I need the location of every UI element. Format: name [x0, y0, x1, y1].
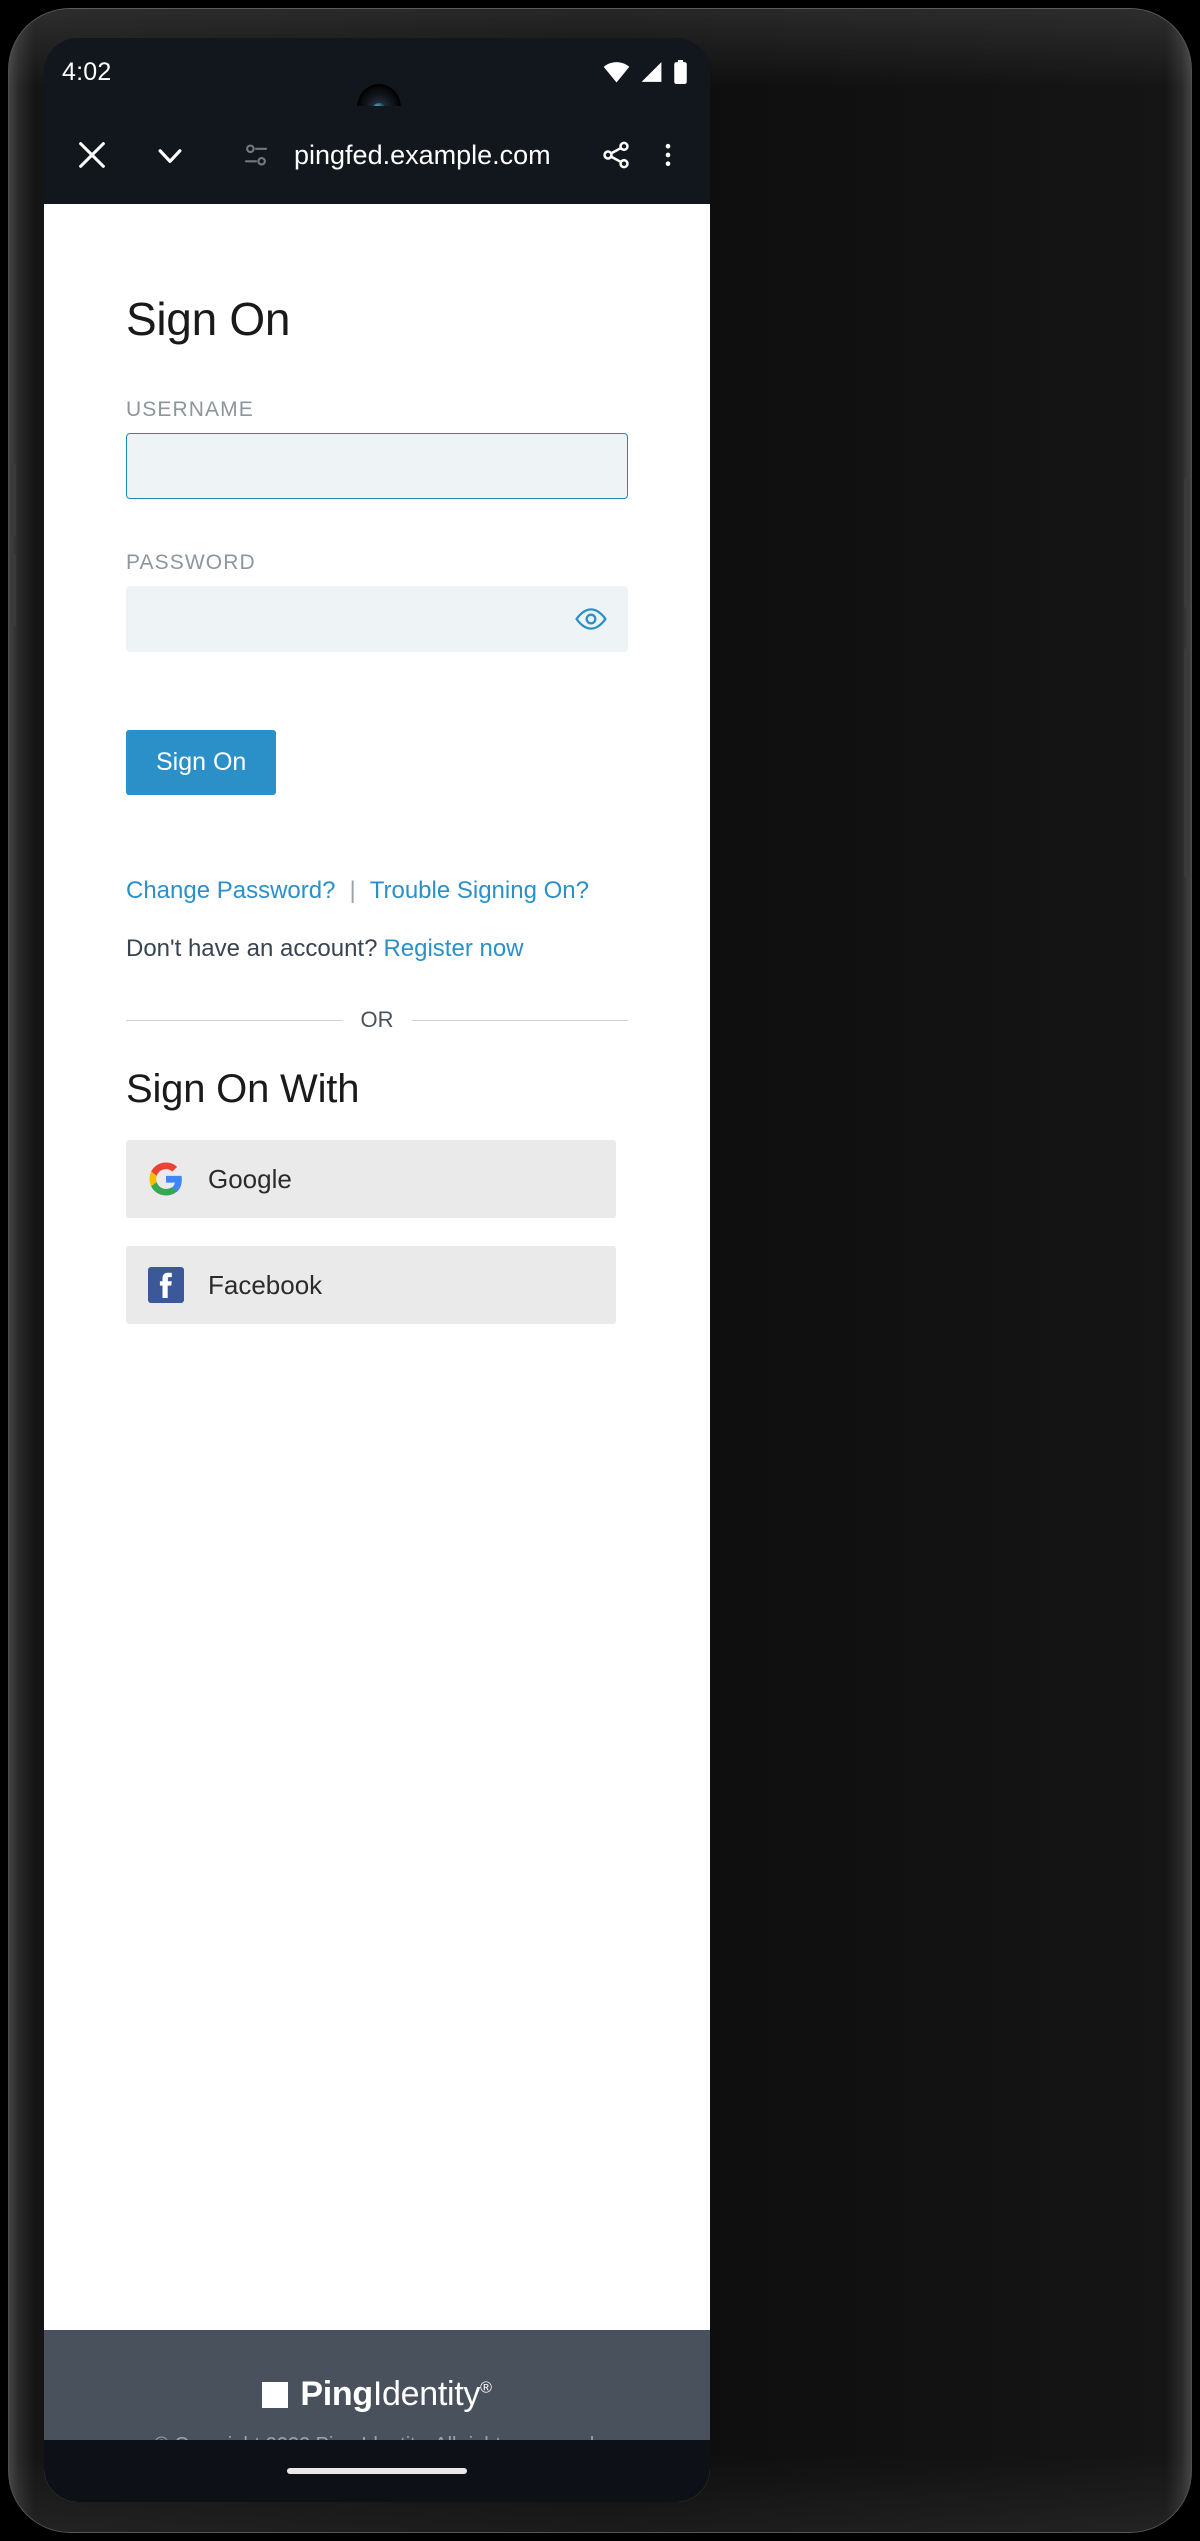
ping-logo-light: Identity	[372, 2375, 481, 2413]
page-title: Sign On	[126, 293, 291, 345]
wifi-icon	[603, 62, 630, 83]
password-input[interactable]	[126, 586, 628, 652]
navigation-gesture-area	[44, 2440, 710, 2502]
divider-label: OR	[360, 1007, 394, 1032]
power-button[interactable]	[1184, 478, 1189, 608]
register-now-link[interactable]: Register now	[383, 935, 523, 962]
gesture-handle[interactable]	[287, 2468, 467, 2474]
status-icon-group	[603, 59, 688, 85]
signon-form: Sign On USERNAME PASSWORD Sign On Change…	[44, 292, 710, 1324]
phone-device: 4:02 pingfed.example.com Sign On USERNAM…	[8, 8, 1192, 2533]
username-input[interactable]	[126, 433, 628, 499]
ping-logo-bold: Ping	[300, 2375, 373, 2413]
helper-links-row: Change Password? | Trouble Signing On?	[126, 877, 628, 905]
volume-up-button[interactable]	[11, 463, 16, 537]
sign-on-with-title: Sign On With	[126, 1067, 360, 1111]
close-icon[interactable]	[66, 129, 118, 181]
register-prompt: Don't have an account?	[126, 935, 378, 962]
password-field-wrap	[126, 586, 628, 652]
sign-on-button[interactable]: Sign On	[126, 730, 277, 795]
trouble-signing-on-link[interactable]: Trouble Signing On?	[370, 877, 589, 905]
or-divider: OR	[126, 1007, 628, 1033]
register-row: Don't have an account? Register now	[126, 935, 628, 963]
link-separator: |	[349, 877, 356, 904]
google-sign-on-button[interactable]: Google	[126, 1140, 616, 1218]
overflow-menu-icon[interactable]	[642, 129, 694, 181]
web-page: Sign On USERNAME PASSWORD Sign On Change…	[44, 204, 710, 2502]
ping-logo-wordmark: PingIdentity®	[300, 2375, 491, 2414]
google-button-label: Google	[208, 1163, 292, 1194]
google-icon	[146, 1159, 186, 1199]
volume-down-button[interactable]	[11, 553, 16, 627]
share-icon[interactable]	[590, 129, 642, 181]
eye-icon[interactable]	[568, 586, 614, 652]
ping-identity-logo: PingIdentity®	[262, 2375, 492, 2414]
facebook-icon	[146, 1265, 186, 1305]
battery-icon	[674, 59, 687, 84]
side-button[interactable]	[1184, 648, 1189, 878]
ping-logo-mark	[262, 2381, 289, 2408]
phone-screen: 4:02 pingfed.example.com Sign On USERNAM…	[44, 38, 710, 2502]
username-field-wrap	[126, 433, 628, 499]
browser-toolbar: pingfed.example.com	[44, 106, 710, 204]
chevron-down-icon[interactable]	[144, 129, 196, 181]
url-text[interactable]: pingfed.example.com	[294, 140, 586, 171]
ping-logo-registered: ®	[480, 2379, 492, 2397]
cellular-signal-icon	[641, 62, 662, 82]
page-info-icon[interactable]	[230, 129, 282, 181]
status-clock: 4:02	[62, 57, 112, 86]
change-password-link[interactable]: Change Password?	[126, 877, 335, 905]
facebook-sign-on-button[interactable]: Facebook	[126, 1246, 616, 1324]
username-label: USERNAME	[126, 398, 254, 421]
divider-rule-left	[126, 1019, 343, 1021]
facebook-button-label: Facebook	[208, 1269, 323, 1300]
password-label: PASSWORD	[126, 551, 256, 574]
divider-rule-right	[411, 1019, 628, 1021]
